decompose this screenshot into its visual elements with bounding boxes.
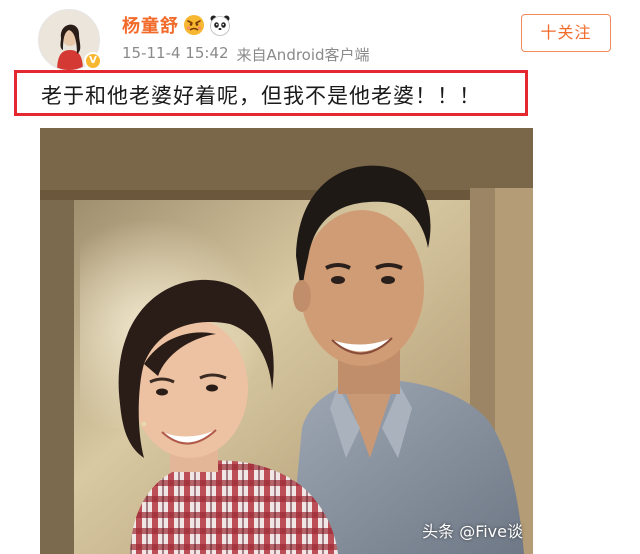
post-photo [40, 128, 533, 554]
panda-emoji-icon [210, 15, 230, 36]
post-source[interactable]: 来自Android客户端 [237, 44, 370, 65]
follow-button[interactable]: 十关注 [521, 14, 611, 52]
post-text: 老于和他老婆好着呢，但我不是他老婆！！！ [41, 84, 481, 108]
post-image[interactable]: 头条 @Five谈 [40, 128, 533, 554]
angry-face-emoji-icon [184, 15, 204, 35]
verified-badge-icon: V [84, 52, 102, 70]
watermark-text: 头条 @Five谈 [422, 522, 523, 541]
username-text: 杨童舒 [122, 16, 179, 37]
post-text-highlight: 老于和他老婆好着呢，但我不是他老婆！！！ [14, 70, 528, 116]
post-date: 15-11-4 15:42 [122, 44, 229, 62]
username[interactable]: 杨童舒 [122, 12, 231, 38]
post-meta: 15-11-4 15:42 来自Android客户端 [122, 44, 370, 65]
